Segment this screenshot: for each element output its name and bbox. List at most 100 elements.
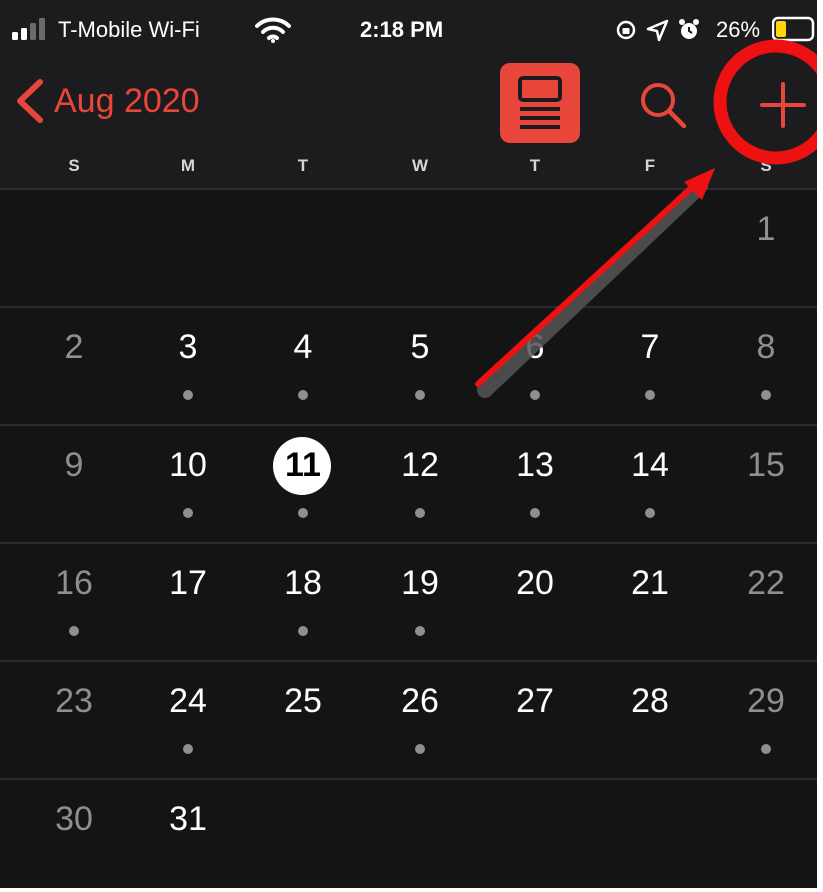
event-dot — [530, 390, 540, 400]
day-number: 22 — [747, 564, 785, 602]
day-number: 29 — [747, 682, 785, 720]
day-cell[interactable]: 12 — [362, 424, 478, 542]
event-dot — [69, 626, 79, 636]
event-dot — [645, 390, 655, 400]
wifi-icon — [255, 17, 291, 43]
day-cell[interactable]: 4 — [245, 306, 361, 424]
event-dot — [183, 744, 193, 754]
weekday-sat: S — [760, 156, 772, 175]
day-cell[interactable]: 5 — [362, 306, 478, 424]
event-dot — [183, 390, 193, 400]
day-cell[interactable]: 14 — [592, 424, 708, 542]
add-icon[interactable] — [758, 80, 808, 130]
day-number: 31 — [169, 800, 207, 838]
weekday-wed: W — [411, 156, 429, 175]
day-cell[interactable]: 20 — [477, 542, 593, 660]
day-number: 4 — [293, 328, 313, 366]
battery-icon — [772, 16, 815, 42]
day-cell[interactable]: 22 — [708, 542, 817, 660]
day-number: 24 — [169, 682, 207, 720]
day-cell[interactable]: 1 — [708, 188, 817, 306]
search-icon[interactable] — [636, 78, 690, 132]
week-row: 23 24 25 26 27 28 29 — [0, 660, 817, 780]
screen-lock-icon — [616, 20, 636, 40]
day-number: 18 — [284, 564, 322, 602]
weekday-mon: M — [180, 156, 196, 175]
day-cell[interactable]: 23 — [16, 660, 132, 778]
day-number: 2 — [64, 328, 84, 366]
day-number: 5 — [410, 328, 430, 366]
week-row: 2 3 4 5 6 7 8 — [0, 306, 817, 426]
day-cell[interactable]: 3 — [130, 306, 246, 424]
event-dot — [761, 390, 771, 400]
day-cell[interactable]: 29 — [708, 660, 817, 778]
day-number: 3 — [178, 328, 198, 366]
day-cell[interactable]: 2 — [16, 306, 132, 424]
day-cell[interactable]: 27 — [477, 660, 593, 778]
day-number: 17 — [169, 564, 207, 602]
day-cell[interactable]: 30 — [16, 778, 132, 888]
day-cell[interactable]: 26 — [362, 660, 478, 778]
day-number: 10 — [169, 446, 207, 484]
day-cell[interactable]: 28 — [592, 660, 708, 778]
day-number: 30 — [55, 800, 93, 838]
weekday-header: S M T W T F S — [0, 146, 817, 190]
day-cell[interactable]: 10 — [130, 424, 246, 542]
list-view-button[interactable] — [500, 63, 580, 143]
chevron-left-icon — [17, 79, 43, 123]
list-view-icon — [518, 76, 562, 129]
event-dot — [415, 744, 425, 754]
day-cell-today[interactable]: 11 — [245, 424, 361, 542]
day-number: 27 — [516, 682, 554, 720]
location-icon — [646, 19, 669, 42]
event-dot — [183, 508, 193, 518]
day-cell[interactable]: 13 — [477, 424, 593, 542]
day-number: 12 — [401, 446, 439, 484]
day-cell[interactable]: 6 — [477, 306, 593, 424]
clock-time: 2:18 PM — [360, 17, 444, 42]
event-dot — [298, 390, 308, 400]
event-dot — [415, 390, 425, 400]
day-number: 26 — [401, 682, 439, 720]
day-cell[interactable]: 31 — [130, 778, 246, 888]
weekday-sun: S — [68, 156, 80, 175]
day-number: 15 — [747, 446, 785, 484]
event-dot — [298, 626, 308, 636]
day-cell[interactable]: 25 — [245, 660, 361, 778]
signal-icon — [12, 18, 45, 40]
day-number: 25 — [284, 682, 322, 720]
month-year-label: Aug 2020 — [54, 82, 200, 120]
day-cell[interactable]: 16 — [16, 542, 132, 660]
carrier-label: T-Mobile Wi-Fi — [58, 17, 200, 42]
day-cell[interactable]: 7 — [592, 306, 708, 424]
nav-bar: Aug 2020 — [0, 58, 817, 146]
status-icons — [616, 19, 699, 42]
week-row: 16 17 18 19 20 21 22 — [0, 542, 817, 662]
event-dot — [530, 508, 540, 518]
day-cell[interactable]: 18 — [245, 542, 361, 660]
status-bar: T-Mobile Wi-Fi 2:18 PM 26% — [0, 0, 817, 58]
day-number: 21 — [631, 564, 669, 602]
weekday-thu: T — [529, 156, 541, 175]
battery-percent: 26% — [716, 17, 761, 42]
day-cell[interactable]: 21 — [592, 542, 708, 660]
day-number: 14 — [631, 446, 669, 484]
day-cell[interactable]: 24 — [130, 660, 246, 778]
day-cell[interactable]: 19 — [362, 542, 478, 660]
week-row: 1 — [0, 188, 817, 308]
back-to-month-button[interactable]: Aug 2020 — [12, 76, 200, 126]
event-dot — [415, 508, 425, 518]
day-number: 9 — [64, 446, 84, 484]
day-number: 8 — [756, 328, 776, 366]
week-row: 9 10 11 12 13 14 15 — [0, 424, 817, 544]
week-row: 30 31 — [0, 778, 817, 888]
day-number: 13 — [516, 446, 554, 484]
day-cell[interactable]: 15 — [708, 424, 817, 542]
day-number: 20 — [516, 564, 554, 602]
day-number: 28 — [631, 682, 669, 720]
day-cell[interactable]: 17 — [130, 542, 246, 660]
day-cell[interactable]: 8 — [708, 306, 817, 424]
day-number: 23 — [55, 682, 93, 720]
day-cell[interactable]: 9 — [16, 424, 132, 542]
event-dot — [645, 508, 655, 518]
